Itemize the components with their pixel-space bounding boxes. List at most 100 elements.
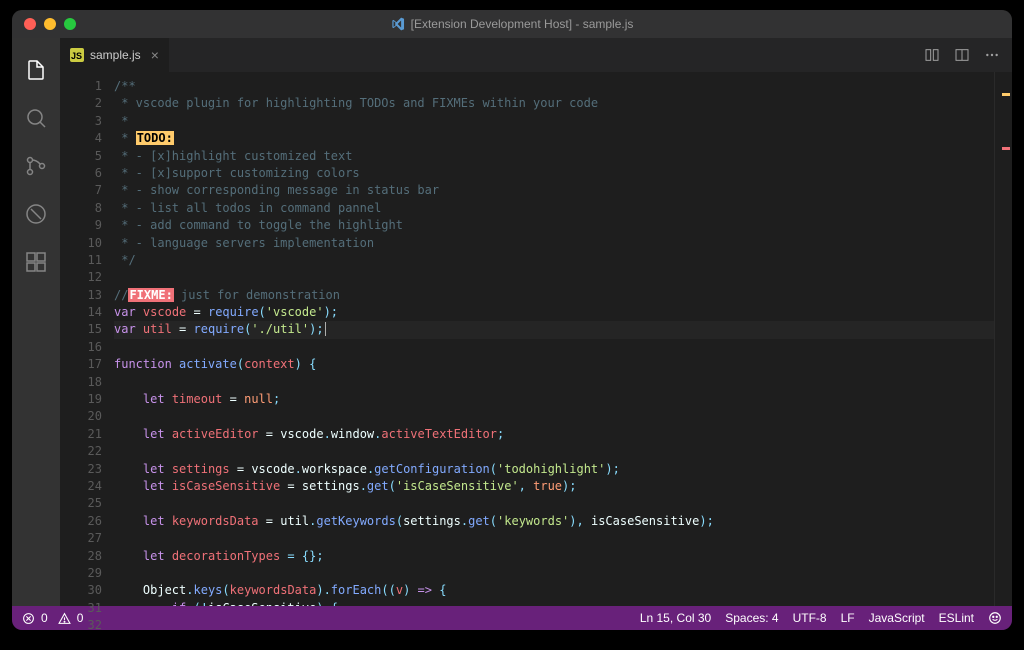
code-line[interactable]: let isCaseSensitive = settings.get('isCa… bbox=[114, 478, 994, 495]
close-window-button[interactable] bbox=[24, 18, 36, 30]
code-line[interactable]: * - show corresponding message in status… bbox=[114, 182, 994, 199]
line-number: 21 bbox=[60, 426, 102, 443]
line-number-gutter: 1234567891011121314151617181920212223242… bbox=[60, 72, 114, 606]
code-line[interactable] bbox=[114, 339, 994, 356]
line-number: 28 bbox=[60, 548, 102, 565]
line-number: 20 bbox=[60, 408, 102, 425]
search-icon[interactable] bbox=[24, 106, 48, 130]
line-number: 7 bbox=[60, 182, 102, 199]
maximize-window-button[interactable] bbox=[64, 18, 76, 30]
line-number: 16 bbox=[60, 339, 102, 356]
code-line[interactable] bbox=[114, 269, 994, 286]
compare-icon[interactable] bbox=[924, 47, 940, 63]
line-number: 1 bbox=[60, 78, 102, 95]
code-line[interactable]: var util = require('./util'); bbox=[114, 321, 994, 338]
line-number: 3 bbox=[60, 113, 102, 130]
minimap[interactable] bbox=[994, 72, 1012, 606]
close-tab-icon[interactable]: × bbox=[151, 47, 159, 63]
line-number: 2 bbox=[60, 95, 102, 112]
line-number: 26 bbox=[60, 513, 102, 530]
code-line[interactable]: var vscode = require('vscode'); bbox=[114, 304, 994, 321]
code-line[interactable] bbox=[114, 374, 994, 391]
code-line[interactable]: * TODO: bbox=[114, 130, 994, 147]
line-number: 5 bbox=[60, 148, 102, 165]
line-number: 13 bbox=[60, 287, 102, 304]
code-line[interactable]: * - language servers implementation bbox=[114, 235, 994, 252]
status-cursor-position[interactable]: Ln 15, Col 30 bbox=[640, 611, 711, 625]
editor-actions bbox=[924, 38, 1012, 72]
code-line[interactable]: * vscode plugin for highlighting TODOs a… bbox=[114, 95, 994, 112]
editor-area[interactable]: 1234567891011121314151617181920212223242… bbox=[60, 72, 1012, 606]
line-number: 15 bbox=[60, 321, 102, 338]
code-line[interactable]: Object.keys(keywordsData).forEach((v) =>… bbox=[114, 582, 994, 599]
line-number: 18 bbox=[60, 374, 102, 391]
code-line[interactable] bbox=[114, 443, 994, 460]
activity-bar bbox=[12, 38, 60, 606]
extensions-icon[interactable] bbox=[24, 250, 48, 274]
debug-icon[interactable] bbox=[24, 202, 48, 226]
editor-main: JS sample.js × 1234567891 bbox=[60, 38, 1012, 606]
code-content[interactable]: /** * vscode plugin for highlighting TOD… bbox=[114, 72, 994, 606]
code-line[interactable]: * - [x]support customizing colors bbox=[114, 165, 994, 182]
code-line[interactable] bbox=[114, 495, 994, 512]
line-number: 31 bbox=[60, 600, 102, 617]
code-line[interactable]: function activate(context) { bbox=[114, 356, 994, 373]
line-number: 30 bbox=[60, 582, 102, 599]
code-line[interactable]: /** bbox=[114, 78, 994, 95]
code-line[interactable]: let activeEditor = vscode.window.activeT… bbox=[114, 426, 994, 443]
window-title: [Extension Development Host] - sample.js bbox=[391, 17, 634, 31]
feedback-icon[interactable] bbox=[988, 611, 1002, 625]
code-line[interactable]: let settings = vscode.workspace.getConfi… bbox=[114, 461, 994, 478]
status-encoding[interactable]: UTF-8 bbox=[793, 611, 827, 625]
line-number: 17 bbox=[60, 356, 102, 373]
code-line[interactable]: */ bbox=[114, 252, 994, 269]
line-number: 9 bbox=[60, 217, 102, 234]
status-eol[interactable]: LF bbox=[841, 611, 855, 625]
error-icon bbox=[22, 612, 35, 625]
status-bar: 0 0 Ln 15, Col 30 Spaces: 4 UTF-8 LF Jav… bbox=[12, 606, 1012, 630]
vscode-window: [Extension Development Host] - sample.js bbox=[12, 10, 1012, 630]
line-number: 11 bbox=[60, 252, 102, 269]
line-number: 22 bbox=[60, 443, 102, 460]
more-actions-icon[interactable] bbox=[984, 47, 1000, 63]
error-count: 0 bbox=[41, 611, 48, 625]
minimap-mark bbox=[1002, 93, 1010, 96]
files-icon[interactable] bbox=[24, 58, 48, 82]
code-line[interactable]: * - add command to toggle the highlight bbox=[114, 217, 994, 234]
titlebar[interactable]: [Extension Development Host] - sample.js bbox=[12, 10, 1012, 38]
code-line[interactable] bbox=[114, 565, 994, 582]
status-indentation[interactable]: Spaces: 4 bbox=[725, 611, 778, 625]
code-line[interactable]: * - [x]highlight customized text bbox=[114, 148, 994, 165]
minimize-window-button[interactable] bbox=[44, 18, 56, 30]
tab-sample-js[interactable]: JS sample.js × bbox=[60, 38, 170, 72]
workbench-body: JS sample.js × 1234567891 bbox=[12, 38, 1012, 606]
minimap-mark bbox=[1002, 147, 1010, 150]
tab-label: sample.js bbox=[90, 48, 141, 62]
line-number: 32 bbox=[60, 617, 102, 630]
tab-bar: JS sample.js × bbox=[60, 38, 1012, 72]
status-language[interactable]: JavaScript bbox=[869, 611, 925, 625]
code-line[interactable] bbox=[114, 408, 994, 425]
line-number: 23 bbox=[60, 461, 102, 478]
status-linter[interactable]: ESLint bbox=[939, 611, 974, 625]
traffic-lights bbox=[24, 18, 76, 30]
code-line[interactable]: * bbox=[114, 113, 994, 130]
line-number: 14 bbox=[60, 304, 102, 321]
line-number: 8 bbox=[60, 200, 102, 217]
line-number: 6 bbox=[60, 165, 102, 182]
code-line[interactable]: //FIXME: just for demonstration bbox=[114, 287, 994, 304]
line-number: 27 bbox=[60, 530, 102, 547]
source-control-icon[interactable] bbox=[24, 154, 48, 178]
vscode-icon bbox=[391, 17, 405, 31]
code-line[interactable]: let keywordsData = util.getKeywords(sett… bbox=[114, 513, 994, 530]
line-number: 29 bbox=[60, 565, 102, 582]
split-editor-icon[interactable] bbox=[954, 47, 970, 63]
code-line[interactable]: let decorationTypes = {}; bbox=[114, 548, 994, 565]
code-line[interactable] bbox=[114, 530, 994, 547]
code-line[interactable]: * - list all todos in command pannel bbox=[114, 200, 994, 217]
line-number: 24 bbox=[60, 478, 102, 495]
line-number: 4 bbox=[60, 130, 102, 147]
code-line[interactable]: let timeout = null; bbox=[114, 391, 994, 408]
code-line[interactable]: if (!isCaseSensitive) { bbox=[114, 600, 994, 606]
line-number: 19 bbox=[60, 391, 102, 408]
